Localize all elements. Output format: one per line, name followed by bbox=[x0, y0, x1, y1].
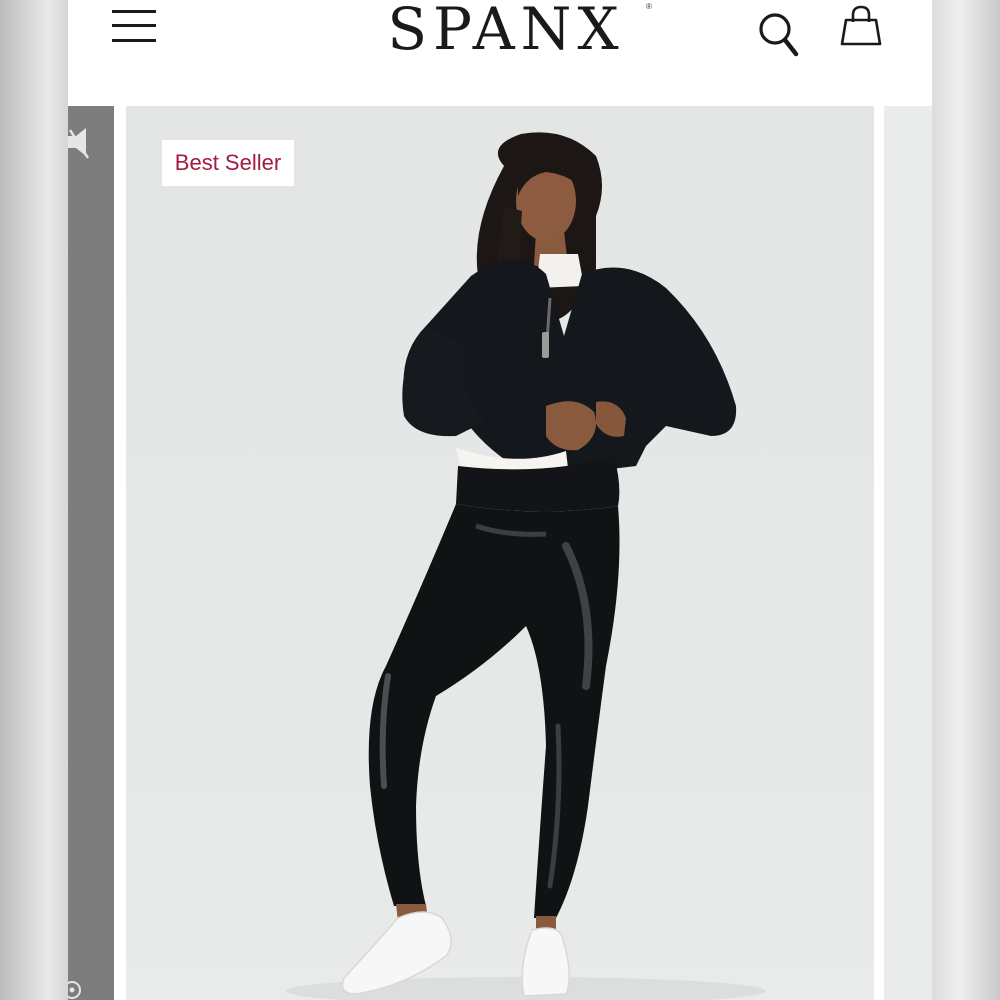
model-illustration bbox=[286, 132, 766, 1000]
slide-divider bbox=[114, 106, 126, 1000]
best-seller-badge: Best Seller bbox=[162, 140, 294, 186]
menu-icon[interactable] bbox=[112, 6, 158, 44]
brand-logo[interactable]: SPANX bbox=[346, 0, 666, 64]
next-slide[interactable] bbox=[884, 106, 932, 1000]
product-photo[interactable]: Best Seller bbox=[126, 106, 874, 1000]
site-header: SPANX ® bbox=[68, 0, 932, 106]
background-left bbox=[0, 0, 68, 1000]
previous-slide[interactable] bbox=[68, 106, 114, 1000]
mute-icon[interactable] bbox=[68, 126, 92, 162]
registered-mark: ® bbox=[646, 2, 652, 11]
product-gallery[interactable]: Best Seller bbox=[68, 106, 932, 1000]
slide-divider bbox=[874, 106, 884, 1000]
search-icon[interactable] bbox=[756, 8, 804, 60]
info-icon[interactable] bbox=[68, 972, 88, 1000]
mobile-page: SPANX ® Best Seller bbox=[68, 0, 932, 1000]
background-right bbox=[932, 0, 1000, 1000]
shopping-bag-icon[interactable] bbox=[838, 4, 884, 48]
